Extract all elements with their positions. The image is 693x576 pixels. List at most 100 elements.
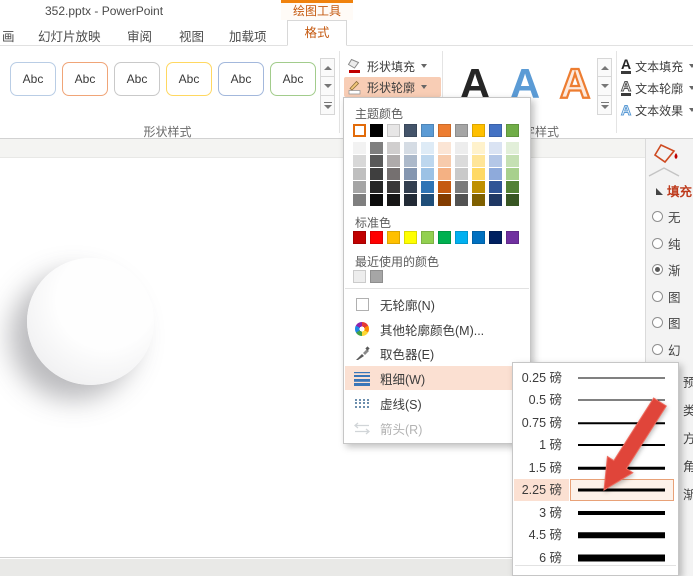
shape-fill-button[interactable]: 形状填充 [344, 56, 441, 76]
theme-variant-swatch[interactable] [353, 142, 366, 154]
tab-4[interactable]: 视图 [179, 26, 204, 45]
theme-variant-swatch[interactable] [421, 142, 434, 154]
theme-color-swatch[interactable] [370, 124, 383, 137]
theme-variant-swatch[interactable] [387, 194, 400, 206]
theme-color-swatch[interactable] [404, 124, 417, 137]
standard-color-swatch[interactable] [438, 231, 451, 244]
theme-variant-swatch[interactable] [472, 168, 485, 180]
standard-color-swatch[interactable] [404, 231, 417, 244]
radio-button[interactable] [652, 211, 663, 222]
gallery-more-button[interactable] [597, 96, 612, 115]
theme-variant-swatch[interactable] [455, 194, 468, 206]
theme-variant-swatch[interactable] [421, 155, 434, 167]
tab-5[interactable]: 加载项 [229, 26, 267, 45]
theme-variant-swatch[interactable] [506, 194, 519, 206]
theme-variant-swatch[interactable] [438, 194, 451, 206]
theme-variant-swatch[interactable] [370, 194, 383, 206]
theme-variant-swatch[interactable] [370, 168, 383, 180]
theme-variant-swatch[interactable] [404, 155, 417, 167]
tab-1[interactable]: 画 [2, 26, 15, 45]
weight-option-0.25磅[interactable]: 0.25 磅 [514, 367, 677, 389]
theme-variant-swatch[interactable] [387, 155, 400, 167]
theme-variant-swatch[interactable] [421, 181, 434, 193]
weight-option-3磅[interactable]: 3 磅 [514, 502, 677, 524]
theme-variant-swatch[interactable] [489, 168, 502, 180]
theme-variant-swatch[interactable] [455, 142, 468, 154]
theme-variant-swatch[interactable] [472, 194, 485, 206]
shape-style-item[interactable]: Abc [218, 62, 264, 96]
radio-button[interactable] [652, 317, 663, 328]
theme-color-swatch[interactable] [472, 124, 485, 137]
theme-color-swatch[interactable] [353, 124, 366, 137]
tab-2[interactable]: 幻灯片放映 [38, 26, 101, 45]
theme-variant-swatch[interactable] [438, 142, 451, 154]
theme-color-swatch[interactable] [489, 124, 502, 137]
theme-variant-swatch[interactable] [489, 155, 502, 167]
fill-option-radio-row[interactable]: 渐 [652, 262, 681, 276]
fill-option-radio-row[interactable]: 图 [652, 315, 681, 329]
standard-color-swatch[interactable] [472, 231, 485, 244]
menu-item-arrows[interactable]: 箭头(R) [345, 416, 529, 440]
theme-variant-swatch[interactable] [506, 181, 519, 193]
theme-variant-swatch[interactable] [421, 168, 434, 180]
tab-format-active[interactable]: 格式 [287, 20, 347, 46]
theme-variant-swatch[interactable] [353, 168, 366, 180]
contextual-tab-drawing-tools[interactable]: 绘图工具 [281, 0, 353, 20]
menu-item-eyedropper[interactable]: 取色器(E) [345, 341, 529, 365]
fill-option-radio-row[interactable]: 无 [652, 209, 681, 223]
theme-variant-swatch[interactable] [489, 142, 502, 154]
theme-variant-swatch[interactable] [438, 168, 451, 180]
theme-variant-swatch[interactable] [404, 168, 417, 180]
theme-variant-swatch[interactable] [370, 155, 383, 167]
theme-variant-swatch[interactable] [404, 142, 417, 154]
radio-button[interactable] [652, 291, 663, 302]
theme-variant-swatch[interactable] [438, 155, 451, 167]
theme-variant-swatch[interactable] [489, 194, 502, 206]
theme-variant-swatch[interactable] [472, 142, 485, 154]
fill-option-radio-row[interactable]: 幻 [652, 342, 681, 356]
shape-style-item[interactable]: Abc [10, 62, 56, 96]
theme-variant-swatch[interactable] [387, 181, 400, 193]
menu-item-no-outline[interactable]: 无轮廓(N) [345, 292, 529, 316]
gallery-scroll-down-button[interactable] [597, 77, 612, 96]
theme-variant-swatch[interactable] [353, 194, 366, 206]
more-lines-item[interactable]: 其他线条(L)... [514, 568, 677, 576]
standard-color-swatch[interactable] [370, 231, 383, 244]
gallery-scroll-down-button[interactable] [320, 77, 335, 96]
theme-variant-swatch[interactable] [404, 181, 417, 193]
theme-variant-swatch[interactable] [421, 194, 434, 206]
fill-line-tab-icon[interactable] [653, 143, 681, 165]
theme-variant-swatch[interactable] [353, 155, 366, 167]
theme-variant-swatch[interactable] [387, 142, 400, 154]
standard-color-swatch[interactable] [353, 231, 366, 244]
theme-variant-swatch[interactable] [472, 155, 485, 167]
standard-color-swatch[interactable] [455, 231, 468, 244]
theme-variant-swatch[interactable] [506, 168, 519, 180]
fill-section-header[interactable]: 填充 [656, 181, 692, 200]
shape-style-item[interactable]: Abc [114, 62, 160, 96]
menu-item-weight[interactable]: 粗细(W) [345, 366, 529, 390]
theme-variant-swatch[interactable] [370, 142, 383, 154]
menu-item-dashes[interactable]: 虚线(S) [345, 391, 529, 415]
radio-button[interactable] [652, 238, 663, 249]
weight-option-4.5磅[interactable]: 4.5 磅 [514, 524, 677, 546]
theme-variant-swatch[interactable] [489, 181, 502, 193]
text-style-button-1[interactable]: A文本填充 [621, 56, 693, 76]
shape-outline-button[interactable]: 形状轮廓 [344, 77, 441, 97]
text-style-button-3[interactable]: A文本效果 [621, 100, 693, 120]
standard-color-swatch[interactable] [387, 231, 400, 244]
white-circle-shape[interactable] [27, 258, 154, 385]
theme-variant-swatch[interactable] [387, 168, 400, 180]
radio-button-selected[interactable] [652, 264, 663, 275]
theme-variant-swatch[interactable] [455, 155, 468, 167]
gallery-scroll-up-button[interactable] [320, 58, 335, 77]
theme-color-swatch[interactable] [455, 124, 468, 137]
standard-color-swatch[interactable] [489, 231, 502, 244]
shape-style-item[interactable]: Abc [270, 62, 316, 96]
theme-variant-swatch[interactable] [472, 181, 485, 193]
theme-color-swatch[interactable] [387, 124, 400, 137]
tab-3[interactable]: 审阅 [127, 26, 152, 45]
standard-color-swatch[interactable] [506, 231, 519, 244]
fill-option-radio-row[interactable]: 纯 [652, 236, 681, 250]
theme-variant-swatch[interactable] [404, 194, 417, 206]
